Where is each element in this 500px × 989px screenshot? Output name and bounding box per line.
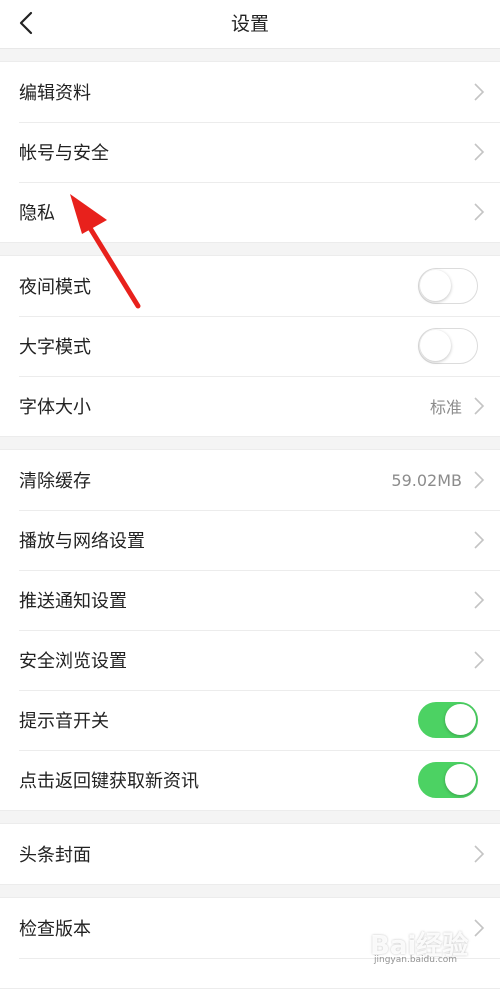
night-mode-label: 夜间模式 — [19, 277, 91, 298]
font-size-value: 标准 — [429, 398, 462, 417]
chevron-right-icon — [474, 845, 485, 863]
font-size-item[interactable]: 字体大小 标准 — [0, 376, 500, 436]
headline-cover-item[interactable]: 头条封面 — [0, 824, 500, 884]
section-gap — [0, 811, 500, 823]
chevron-right-icon — [474, 531, 485, 549]
chevron-right-icon — [474, 83, 485, 101]
font-size-label: 字体大小 — [19, 397, 91, 418]
safe-browsing-item[interactable]: 安全浏览设置 — [0, 630, 500, 690]
large-text-toggle[interactable] — [418, 328, 478, 364]
cover-group: 头条封面 — [0, 823, 500, 885]
push-notification-label: 推送通知设置 — [19, 591, 127, 612]
chevron-right-icon — [474, 591, 485, 609]
playback-network-label: 播放与网络设置 — [19, 531, 145, 552]
push-notification-item[interactable]: 推送通知设置 — [0, 570, 500, 630]
section-gap — [0, 49, 500, 61]
general-group: 清除缓存 59.02MB 播放与网络设置 推送通知设置 安全浏览设置 提示音开关… — [0, 449, 500, 811]
chevron-right-icon — [474, 397, 485, 415]
large-text-label: 大字模式 — [19, 337, 91, 358]
toggle-knob — [445, 764, 476, 795]
about-item-partial[interactable] — [0, 958, 500, 988]
night-mode-toggle[interactable] — [418, 268, 478, 304]
check-version-label: 检查版本 — [19, 919, 91, 940]
sound-toggle[interactable] — [418, 702, 478, 738]
playback-network-item[interactable]: 播放与网络设置 — [0, 510, 500, 570]
account-group: 编辑资料 帐号与安全 隐私 — [0, 61, 500, 243]
night-mode-item: 夜间模式 — [0, 256, 500, 316]
back-refresh-label: 点击返回键获取新资讯 — [19, 771, 199, 792]
chevron-right-icon — [474, 143, 485, 161]
toggle-knob — [420, 270, 451, 301]
toggle-knob — [420, 330, 451, 361]
display-group: 夜间模式 大字模式 字体大小 标准 — [0, 255, 500, 437]
edit-profile-item[interactable]: 编辑资料 — [0, 62, 500, 122]
chevron-right-icon — [474, 651, 485, 669]
check-version-item[interactable]: 检查版本 — [0, 898, 500, 958]
safe-browsing-label: 安全浏览设置 — [19, 651, 127, 672]
section-gap — [0, 885, 500, 897]
top-bar: 设置 — [0, 0, 500, 49]
sound-label: 提示音开关 — [19, 711, 109, 732]
clear-cache-item[interactable]: 清除缓存 59.02MB — [0, 450, 500, 510]
chevron-right-icon — [474, 471, 485, 489]
privacy-label: 隐私 — [19, 203, 55, 224]
toggle-knob — [445, 704, 476, 735]
page-title: 设置 — [230, 13, 269, 35]
about-group: 检查版本 — [0, 897, 500, 989]
back-refresh-item: 点击返回键获取新资讯 — [0, 750, 500, 810]
clear-cache-label: 清除缓存 — [19, 471, 91, 492]
edit-profile-label: 编辑资料 — [19, 83, 91, 104]
cache-size-value: 59.02MB — [391, 470, 462, 490]
headline-cover-label: 头条封面 — [19, 845, 91, 866]
large-text-item: 大字模式 — [0, 316, 500, 376]
account-security-label: 帐号与安全 — [19, 143, 109, 164]
chevron-right-icon — [474, 919, 485, 937]
chevron-right-icon — [474, 203, 485, 221]
section-gap — [0, 437, 500, 449]
account-security-item[interactable]: 帐号与安全 — [0, 122, 500, 182]
privacy-item[interactable]: 隐私 — [0, 182, 500, 242]
back-refresh-toggle[interactable] — [418, 762, 478, 798]
section-gap — [0, 243, 500, 255]
sound-item: 提示音开关 — [0, 690, 500, 750]
